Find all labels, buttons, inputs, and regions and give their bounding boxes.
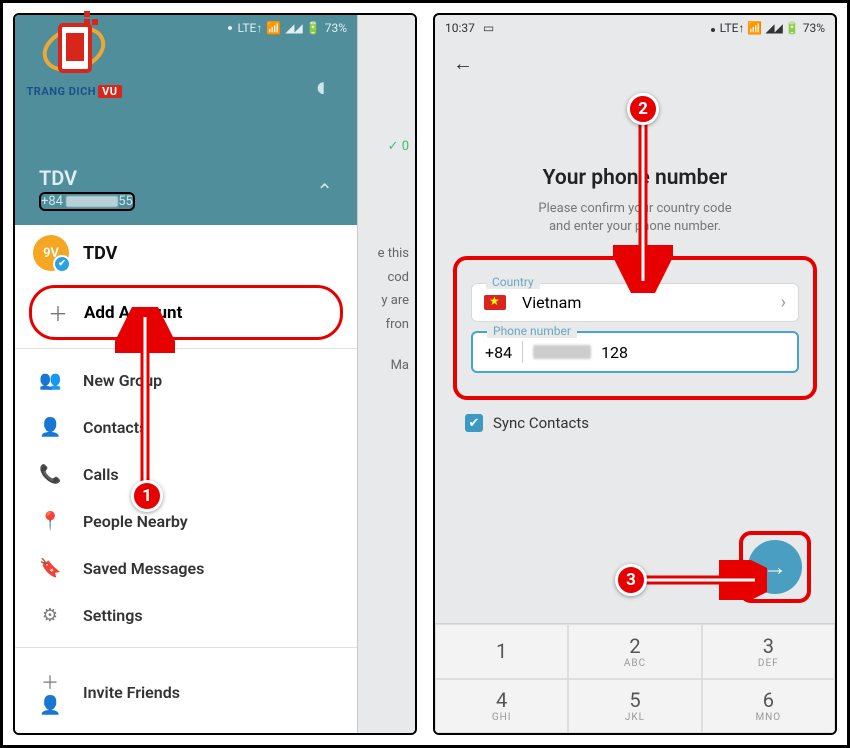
menu-settings[interactable]: ⚙Settings — [15, 592, 357, 639]
invite-icon: ＋👤 — [39, 669, 61, 716]
menu-new-group[interactable]: 👥New Group — [15, 357, 357, 404]
key-6[interactable]: 6MNO — [702, 679, 835, 734]
callout-3: 3 — [615, 564, 647, 596]
numeric-keypad: 1 2ABC 3DEF 4GHI 5JKL 6MNO — [435, 623, 835, 733]
bookmark-icon: 🔖 — [39, 558, 61, 579]
sync-contacts-checkbox[interactable]: ✔ Sync Contacts — [465, 414, 805, 432]
key-2[interactable]: 2ABC — [568, 624, 701, 679]
status-bar: LTE↑📶◢◢🔋73% — [15, 15, 357, 35]
callout-1: 1 — [131, 480, 163, 512]
key-4[interactable]: 4GHI — [435, 679, 568, 734]
menu-contacts[interactable]: 👤Contacts — [15, 404, 357, 451]
drawer-header: LTE↑📶◢◢🔋73% ◖ TDV +84 55 ⌃ — [15, 15, 357, 225]
menu-calls[interactable]: 📞Calls — [15, 451, 357, 498]
callout-2: 2 — [627, 93, 659, 125]
checkbox-checked-icon: ✔ — [465, 414, 483, 432]
menu-saved-messages[interactable]: 🔖Saved Messages — [15, 545, 357, 592]
account-expand-chevron-icon[interactable]: ⌃ — [316, 179, 333, 203]
drawer-phone: +84 55 — [39, 192, 135, 211]
phone-number-input[interactable]: +84 128 — [471, 331, 799, 373]
key-1[interactable]: 1 — [435, 624, 568, 679]
add-account-button[interactable]: ＋ Add Account — [29, 285, 343, 340]
menu-invite-friends[interactable]: ＋👤Invite Friends — [15, 656, 357, 729]
key-3[interactable]: 3DEF — [702, 624, 835, 679]
nearby-icon: 📍 — [39, 511, 61, 532]
account-name: TDV — [83, 243, 117, 264]
menu-telegram-features[interactable]: ？Telegram Features — [15, 729, 357, 735]
gear-icon: ⚙ — [39, 605, 61, 626]
drawer-background-peek: ✓ 0 e this cod y are fron Ma — [357, 15, 415, 733]
back-button[interactable]: ← — [435, 35, 835, 76]
phone-prefix: +84 — [485, 343, 512, 362]
current-account-row[interactable]: 9V TDV — [15, 225, 357, 281]
plus-icon: ＋ — [48, 298, 68, 327]
night-mode-icon[interactable]: ◖ — [312, 70, 329, 103]
chevron-right-icon: › — [781, 292, 786, 313]
phone-icon: 📞 — [39, 464, 61, 485]
group-icon: 👥 — [39, 370, 61, 391]
phone-right: 10:37▭ LTE↑ 📶 ◢◢ 🔋 73% ← Your phone numb… — [433, 13, 837, 735]
flag-icon — [484, 295, 506, 310]
phone-tail-digits: 128 — [601, 343, 628, 362]
menu-people-nearby[interactable]: 📍People Nearby — [15, 498, 357, 545]
drawer-username: TDV — [39, 166, 135, 190]
avatar: 9V — [33, 235, 69, 271]
person-icon: 👤 — [39, 417, 61, 438]
status-bar: 10:37▭ LTE↑ 📶 ◢◢ 🔋 73% — [435, 15, 835, 35]
phone-masked-digits — [533, 345, 591, 359]
phone-left: ✓ 0 e this cod y are fron Ma LTE↑📶◢◢🔋73%… — [13, 13, 417, 735]
key-5[interactable]: 5JKL — [568, 679, 701, 734]
